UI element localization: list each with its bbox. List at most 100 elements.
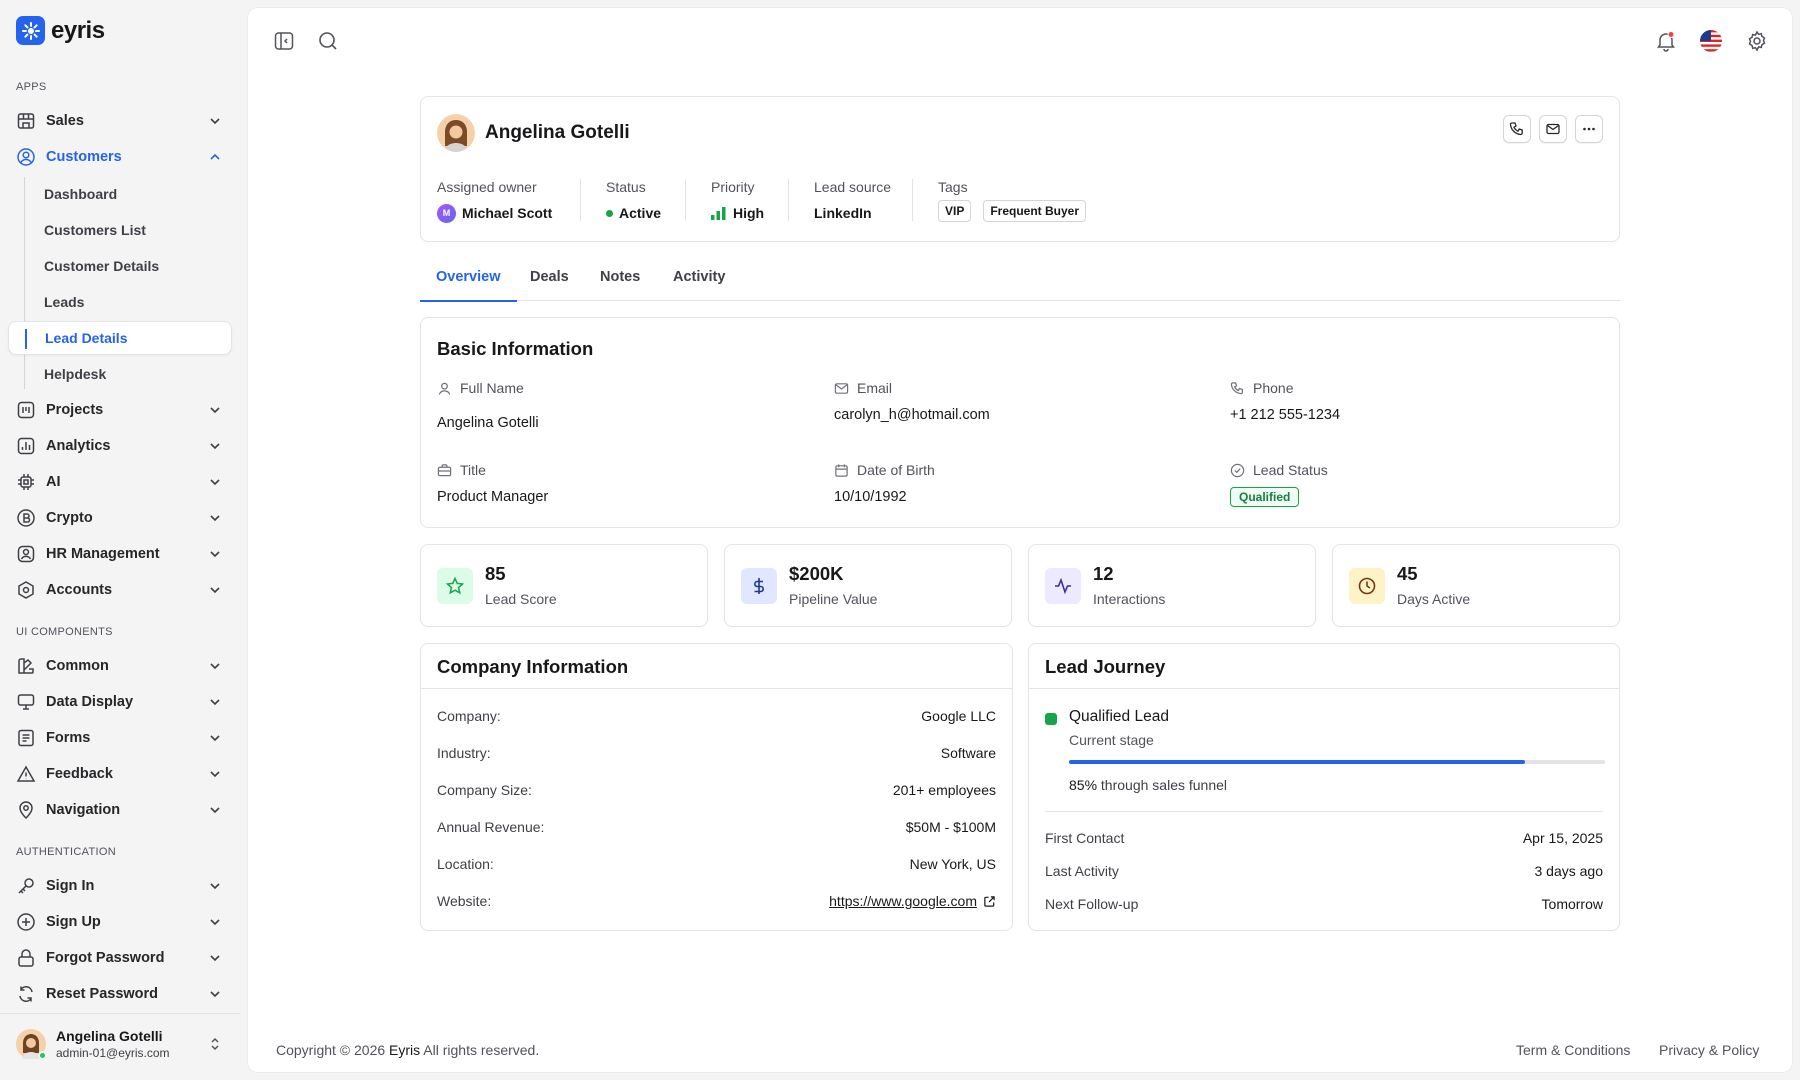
star-icon: [437, 568, 473, 604]
more-horizontal-icon: [1583, 127, 1595, 131]
lead-name: Angelina Gotelli: [485, 122, 630, 143]
stat-card-days-active: 45 Days Active: [1332, 544, 1620, 627]
chart-icon: [17, 437, 35, 455]
website-link[interactable]: https://www.google.com: [829, 893, 996, 909]
tag-badge[interactable]: VIP: [938, 200, 972, 222]
stat-value: 12: [1093, 563, 1114, 584]
privacy-link[interactable]: Privacy & Policy: [1659, 1042, 1759, 1058]
chevron-down-icon: [210, 587, 220, 594]
stage-name: Qualified Lead: [1069, 708, 1169, 725]
chevron-down-icon: [210, 407, 220, 414]
stage-indicator: [1045, 713, 1057, 725]
stat-value: $200K: [789, 563, 844, 584]
sidebar: eyris APPS Sales Customers Dashboard Cus…: [0, 0, 240, 1080]
user-menu[interactable]: Angelina Gotelli admin-01@eyris.com: [0, 1013, 240, 1073]
sidebar-item-analytics[interactable]: Analytics: [8, 429, 232, 463]
sidebar-subitem-customer-details[interactable]: Customer Details: [8, 249, 232, 283]
date-of-birth-value: 10/10/1992: [834, 489, 907, 505]
sidebar-subitem-dashboard[interactable]: Dashboard: [8, 177, 232, 211]
activity-icon: [1045, 568, 1081, 604]
section-label-authentication: AUTHENTICATION: [16, 846, 116, 858]
chevron-down-icon: [210, 699, 220, 706]
sidebar-toggle-button[interactable]: [272, 29, 296, 53]
phone-icon: [1509, 122, 1523, 136]
sidebar-subitem-helpdesk[interactable]: Helpdesk: [8, 357, 232, 391]
company-row: Company: Google LLC: [437, 708, 996, 724]
sidebar-item-sign-in[interactable]: Sign In: [8, 869, 232, 903]
notifications-button[interactable]: [1654, 29, 1678, 53]
hexagon-icon: [18, 581, 34, 599]
sidebar-item-common[interactable]: Common: [8, 649, 232, 683]
chevron-down-icon: [210, 883, 220, 890]
tag-badge[interactable]: Frequent Buyer: [983, 200, 1087, 222]
next-follow-up-row: Next Follow-up Tomorrow: [1045, 896, 1603, 912]
assigned-owner: Assigned owner M Michael Scott: [437, 179, 553, 223]
sidebar-item-forgot-password[interactable]: Forgot Password: [8, 941, 232, 975]
sidebar-item-ai[interactable]: AI: [8, 465, 232, 499]
divider: [912, 179, 913, 221]
sidebar-item-hr-management[interactable]: HR Management: [8, 537, 232, 571]
clock-icon: [1349, 568, 1385, 604]
more-options-button[interactable]: [1575, 115, 1603, 143]
industry-row: Industry: Software: [437, 745, 996, 761]
tab-notes[interactable]: Notes: [600, 263, 640, 301]
chevron-down-icon: [210, 663, 220, 670]
stat-label: Interactions: [1093, 591, 1166, 607]
sidebar-subitem-customers-list[interactable]: Customers List: [8, 213, 232, 247]
sidebar-item-sign-up[interactable]: Sign Up: [8, 905, 232, 939]
sidebar-subitem-leads[interactable]: Leads: [8, 285, 232, 319]
lead-status-meta: Status Active: [606, 179, 662, 221]
owner-avatar: M: [437, 203, 456, 223]
stat-card-interactions: 12 Interactions: [1028, 544, 1316, 627]
gear-icon: [1748, 30, 1766, 52]
refresh-icon: [19, 986, 33, 1002]
tab-bar: Overview Deals Notes Activity: [420, 263, 1620, 302]
status-dot: [606, 209, 613, 217]
phone-value: +1 212 555-1234: [1230, 407, 1341, 423]
mail-icon: [834, 382, 849, 394]
sidebar-item-accounts[interactable]: Accounts: [8, 573, 232, 607]
sidebar-item-projects[interactable]: Projects: [8, 393, 232, 427]
mail-icon: [1546, 123, 1560, 135]
sidebar-item-reset-password[interactable]: Reset Password: [8, 977, 232, 1011]
status-badge: Qualified: [1230, 487, 1300, 507]
sidebar-item-feedback[interactable]: Feedback: [8, 757, 232, 791]
chevron-up-down-icon: [211, 1037, 219, 1051]
sidebar-item-crypto[interactable]: Crypto: [8, 501, 232, 535]
settings-button[interactable]: [1745, 29, 1769, 53]
tab-activity[interactable]: Activity: [673, 263, 725, 301]
divider: [580, 179, 581, 221]
divider: [788, 179, 789, 221]
search-button[interactable]: [316, 29, 340, 53]
source-value: LinkedIn: [814, 205, 872, 221]
website-row: Website: https://www.google.com: [437, 890, 996, 912]
email-field: Email carolyn_h@hotmail.com: [834, 380, 990, 423]
dollar-icon: [741, 568, 777, 604]
chevron-down-icon: [210, 991, 220, 998]
call-button[interactable]: [1503, 115, 1531, 143]
lead-journey-card: Lead Journey Qualified Lead Current stag…: [1028, 643, 1620, 931]
section-label-ui-components: UI COMPONENTS: [16, 626, 113, 638]
chevron-down-icon: [210, 771, 220, 778]
terms-link[interactable]: Term & Conditions: [1516, 1042, 1630, 1058]
language-button[interactable]: [1699, 29, 1723, 53]
tab-deals[interactable]: Deals: [530, 263, 569, 301]
chevron-down-icon: [210, 479, 220, 486]
sidebar-item-customers[interactable]: Customers: [8, 140, 232, 174]
tab-overview[interactable]: Overview: [420, 263, 516, 302]
funnel-progress-text: 85% through sales funnel: [1069, 777, 1228, 793]
sidebar-item-sales[interactable]: Sales: [8, 104, 232, 138]
sidebar-subitem-lead-details[interactable]: Lead Details: [8, 321, 232, 355]
email-button[interactable]: [1539, 115, 1567, 143]
sidebar-item-navigation[interactable]: Navigation: [8, 793, 232, 827]
sidebar-item-forms[interactable]: Forms: [8, 721, 232, 755]
basic-information-card: Basic Information Full Name Angelina Got…: [420, 317, 1620, 528]
sidebar-item-data-display[interactable]: Data Display: [8, 685, 232, 719]
app-logo[interactable]: eyris: [16, 16, 105, 45]
chevron-up-icon: [210, 153, 220, 160]
user-square-icon: [17, 545, 35, 563]
chevron-down-icon: [210, 118, 220, 125]
form-icon: [18, 729, 34, 747]
company-size-row: Company Size: 201+ employees: [437, 782, 996, 798]
us-flag-icon: [1700, 30, 1722, 52]
